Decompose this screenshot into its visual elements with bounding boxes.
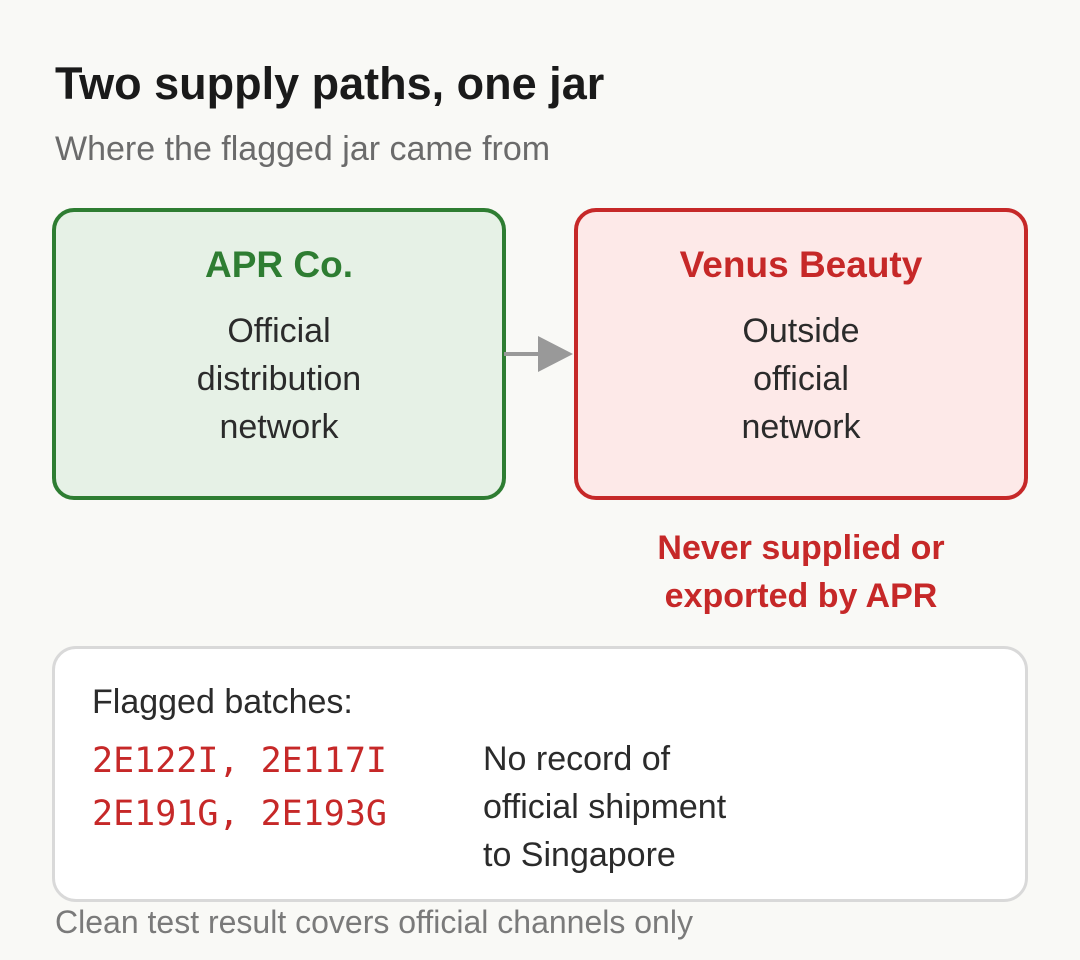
apr-desc-line: Official [227, 312, 331, 350]
venus-node: Venus Beauty Outside official network [574, 208, 1028, 500]
apr-desc-line: network [219, 408, 339, 446]
warning-line: Never supplied or [657, 529, 945, 567]
supply-arrow-icon [504, 336, 573, 372]
warning-line: exported by APR [664, 577, 938, 615]
venus-warning: Never supplied or exported by APR [574, 524, 1028, 620]
batch-code-line: 2E122I, 2E117I [92, 741, 388, 781]
apr-node: APR Co. Official distribution network [52, 208, 506, 500]
batch-note-line: No record of [483, 740, 671, 778]
batches-label: Flagged batches: [92, 683, 353, 721]
page-title: Two supply paths, one jar [55, 58, 605, 109]
flagged-batches-panel: Flagged batches: 2E122I, 2E117I 2E191G, … [52, 646, 1028, 902]
batch-codes: 2E122I, 2E117I 2E191G, 2E193G [92, 735, 387, 841]
page-subtitle: Where the flagged jar came from [55, 130, 551, 168]
apr-node-name: APR Co. [205, 244, 353, 285]
batch-code-line: 2E191G, 2E193G [92, 794, 388, 834]
batch-note-line: official shipment [483, 788, 727, 826]
apr-desc-line: distribution [196, 360, 362, 398]
venus-desc-line: official [753, 360, 849, 398]
venus-desc-line: network [741, 408, 861, 446]
batch-note-line: to Singapore [483, 836, 676, 874]
footnote: Clean test result covers official channe… [55, 904, 693, 940]
venus-desc-line: Outside [742, 312, 860, 350]
venus-node-description: Outside official network [578, 307, 1024, 451]
batch-note: No record of official shipment to Singap… [483, 735, 726, 879]
venus-node-name: Venus Beauty [679, 244, 923, 285]
apr-node-description: Official distribution network [56, 307, 502, 451]
